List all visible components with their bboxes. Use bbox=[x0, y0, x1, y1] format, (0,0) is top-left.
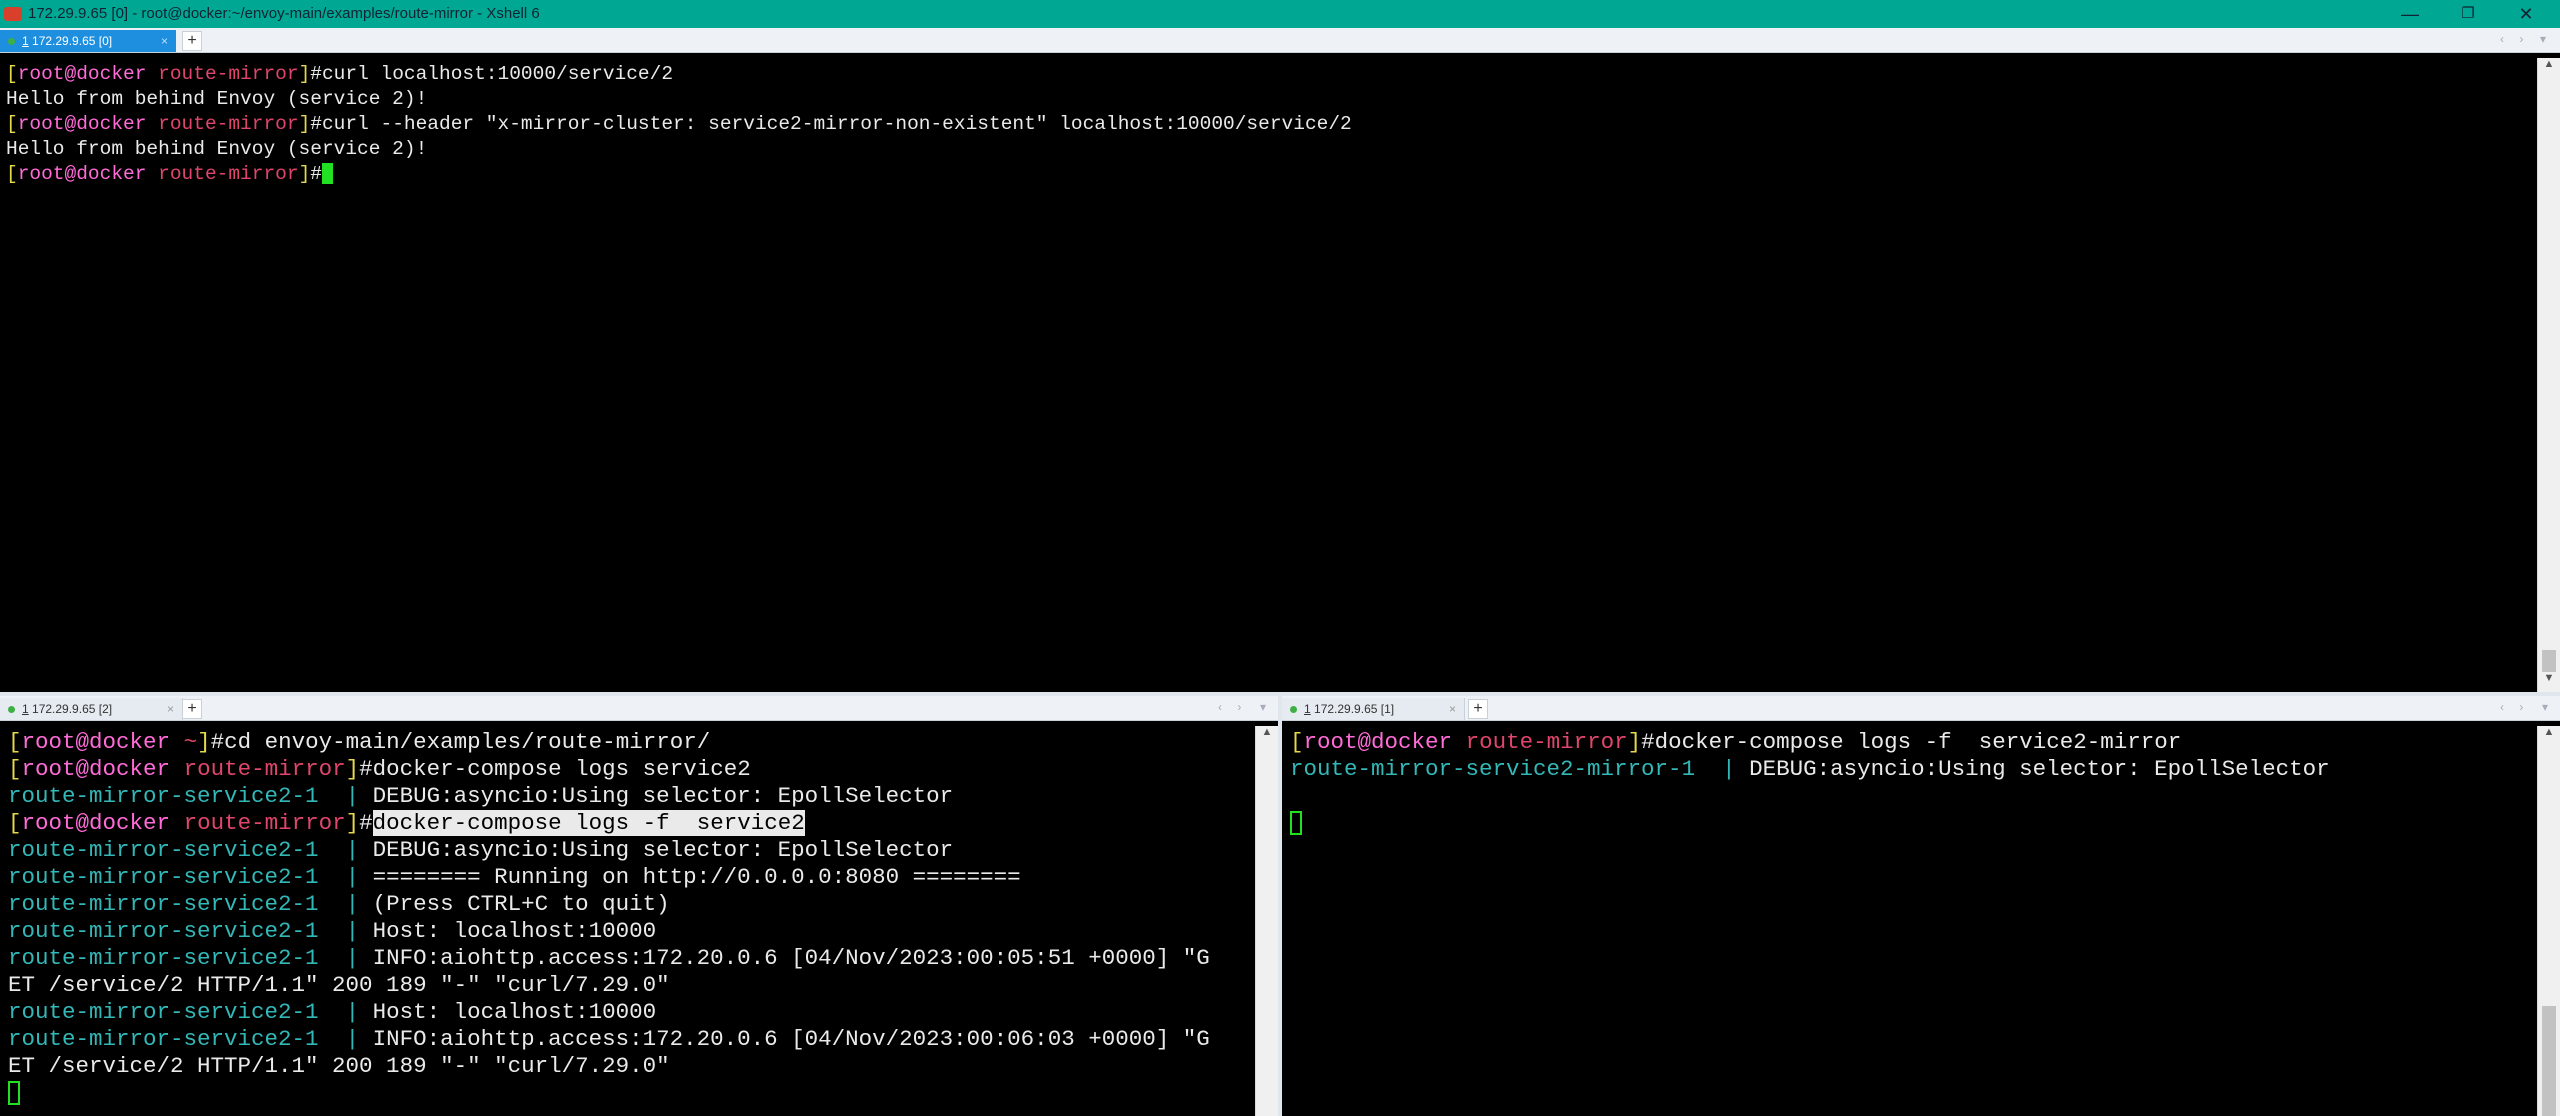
log-line-wrap: ET /service/2 HTTP/1.1" 200 189 "-" "cur… bbox=[8, 972, 670, 998]
top-terminal[interactable]: [root@docker route-mirror]# curl localhos… bbox=[2, 58, 2536, 692]
log-line: route-mirror-service2-1 | ======== Runni… bbox=[8, 864, 1021, 890]
right-scrollbar[interactable]: ▲ bbox=[2537, 726, 2560, 1116]
selected-command-text: docker-compose logs -f service2 bbox=[372, 810, 805, 836]
terminal-cursor bbox=[8, 1081, 20, 1106]
command-text: cd envoy-main/examples/route-mirror/ bbox=[224, 729, 711, 755]
tab-label: 172.29.9.65 [1] bbox=[1310, 702, 1395, 716]
tab-session-2[interactable]: 1 172.29.9.65 [2] × bbox=[0, 698, 183, 720]
top-scrollbar[interactable]: ▲ ▼ bbox=[2537, 58, 2560, 692]
minimize-button[interactable]: — bbox=[2390, 2, 2430, 26]
tab-scroll-arrows-icon[interactable]: ‹ › bbox=[2500, 32, 2529, 46]
left-scrollbar[interactable]: ▲ bbox=[1255, 726, 1278, 1116]
xshell-app-icon bbox=[4, 7, 22, 21]
tab-menu-chevron-icon[interactable]: ▾ bbox=[2540, 32, 2552, 46]
right-terminal[interactable]: [root@docker route-mirror]#docker-compos… bbox=[1284, 726, 2536, 1116]
tab-number: 1 bbox=[1304, 702, 1311, 716]
connected-status-icon bbox=[8, 38, 15, 45]
add-tab-button[interactable]: + bbox=[182, 699, 202, 719]
scroll-up-icon[interactable]: ▲ bbox=[1256, 726, 1278, 744]
log-line: route-mirror-service2-1 | Host: localhos… bbox=[8, 999, 657, 1025]
terminal-cursor bbox=[321, 163, 333, 185]
connected-status-icon bbox=[8, 706, 15, 713]
log-line: route-mirror-service2-1 | INFO:aiohttp.a… bbox=[8, 1026, 1210, 1052]
close-tab-icon[interactable]: × bbox=[1449, 698, 1456, 720]
terminal-line: [root@docker route-mirror]#docker-compos… bbox=[8, 756, 751, 782]
add-tab-button[interactable]: + bbox=[182, 31, 202, 51]
connected-status-icon bbox=[1290, 706, 1297, 713]
tab-session-1[interactable]: 1 172.29.9.65 [1] × bbox=[1282, 698, 1465, 720]
terminal-line: [root@docker ~]#cd envoy-main/examples/r… bbox=[8, 729, 711, 755]
command-text: curl --header "x-mirror-cluster: service… bbox=[321, 113, 1352, 135]
close-tab-icon[interactable]: × bbox=[161, 30, 168, 52]
command-text: curl localhost:10000/service/2 bbox=[321, 63, 674, 85]
add-tab-button[interactable]: + bbox=[1468, 699, 1488, 719]
tab-label: 172.29.9.65 [0] bbox=[28, 34, 113, 48]
terminal-cursor bbox=[1290, 811, 1302, 836]
left-terminal[interactable]: [root@docker ~]#cd envoy-main/examples/r… bbox=[2, 726, 1254, 1116]
maximize-button[interactable]: ❐ bbox=[2448, 2, 2488, 26]
terminal-output: Hello from behind Envoy (service 2)! bbox=[6, 88, 428, 110]
log-line: route-mirror-service2-1 | DEBUG:asyncio:… bbox=[8, 783, 954, 809]
log-line: route-mirror-service2-1 | DEBUG:asyncio:… bbox=[8, 837, 954, 863]
command-text: docker-compose logs service2 bbox=[372, 756, 751, 782]
tab-number: 1 bbox=[22, 702, 29, 716]
window-title: 172.29.9.65 [0] - root@docker:~/envoy-ma… bbox=[28, 5, 540, 22]
scroll-up-icon[interactable]: ▲ bbox=[2538, 58, 2560, 76]
close-button[interactable]: ✕ bbox=[2506, 2, 2546, 26]
terminal-line: [root@docker route-mirror]#curl --header… bbox=[6, 113, 1352, 135]
log-line-wrap: ET /service/2 HTTP/1.1" 200 189 "-" "cur… bbox=[8, 1053, 670, 1079]
log-line: route-mirror-service2-mirror-1 | DEBUG:a… bbox=[1290, 756, 2330, 782]
tab-scroll-arrows-icon[interactable]: ‹ › bbox=[2500, 700, 2529, 714]
right-session-tabbar: 1 172.29.9.65 [1] × + ‹ › ▾ bbox=[1282, 696, 2560, 721]
scroll-up-icon[interactable]: ▲ bbox=[2538, 726, 2560, 744]
terminal-line: [root@docker route-mirror]#docker-compos… bbox=[8, 810, 805, 836]
terminal-line bbox=[8, 1080, 1254, 1107]
tab-menu-chevron-icon[interactable]: ▾ bbox=[2542, 700, 2554, 714]
scroll-down-icon[interactable]: ▼ bbox=[2538, 672, 2560, 690]
close-tab-icon[interactable]: × bbox=[167, 698, 174, 720]
command-text: docker-compose logs -f service2-mirror bbox=[1654, 729, 2182, 755]
terminal-line: [root@docker route-mirror]#curl localhos… bbox=[6, 63, 674, 85]
tab-menu-chevron-icon[interactable]: ▾ bbox=[1260, 700, 1272, 714]
vertical-splitter[interactable] bbox=[1278, 696, 1282, 1116]
left-session-tabbar: 1 172.29.9.65 [2] × + ‹ › ▾ bbox=[0, 696, 1278, 721]
log-line: route-mirror-service2-1 | INFO:aiohttp.a… bbox=[8, 945, 1210, 971]
log-line: route-mirror-service2-1 | (Press CTRL+C … bbox=[8, 891, 670, 917]
log-line: route-mirror-service2-1 | Host: localhos… bbox=[8, 918, 657, 944]
tab-label: 172.29.9.65 [2] bbox=[28, 702, 113, 716]
terminal-line: [root@docker route-mirror]# bbox=[6, 162, 2532, 187]
tab-number: 1 bbox=[22, 34, 29, 48]
scroll-thumb[interactable] bbox=[2542, 650, 2556, 672]
terminal-line: [root@docker route-mirror]#docker-compos… bbox=[1290, 729, 2182, 755]
window-titlebar: 172.29.9.65 [0] - root@docker:~/envoy-ma… bbox=[0, 0, 2560, 28]
tab-scroll-arrows-icon[interactable]: ‹ › bbox=[1218, 700, 1247, 714]
terminal-line bbox=[1290, 810, 2536, 837]
top-session-tabbar: 1 172.29.9.65 [0] × + ‹ › ▾ bbox=[0, 28, 2560, 53]
scroll-thumb[interactable] bbox=[2542, 1006, 2556, 1116]
tab-session-0[interactable]: 1 172.29.9.65 [0] × bbox=[0, 30, 176, 52]
terminal-output: Hello from behind Envoy (service 2)! bbox=[6, 138, 428, 160]
